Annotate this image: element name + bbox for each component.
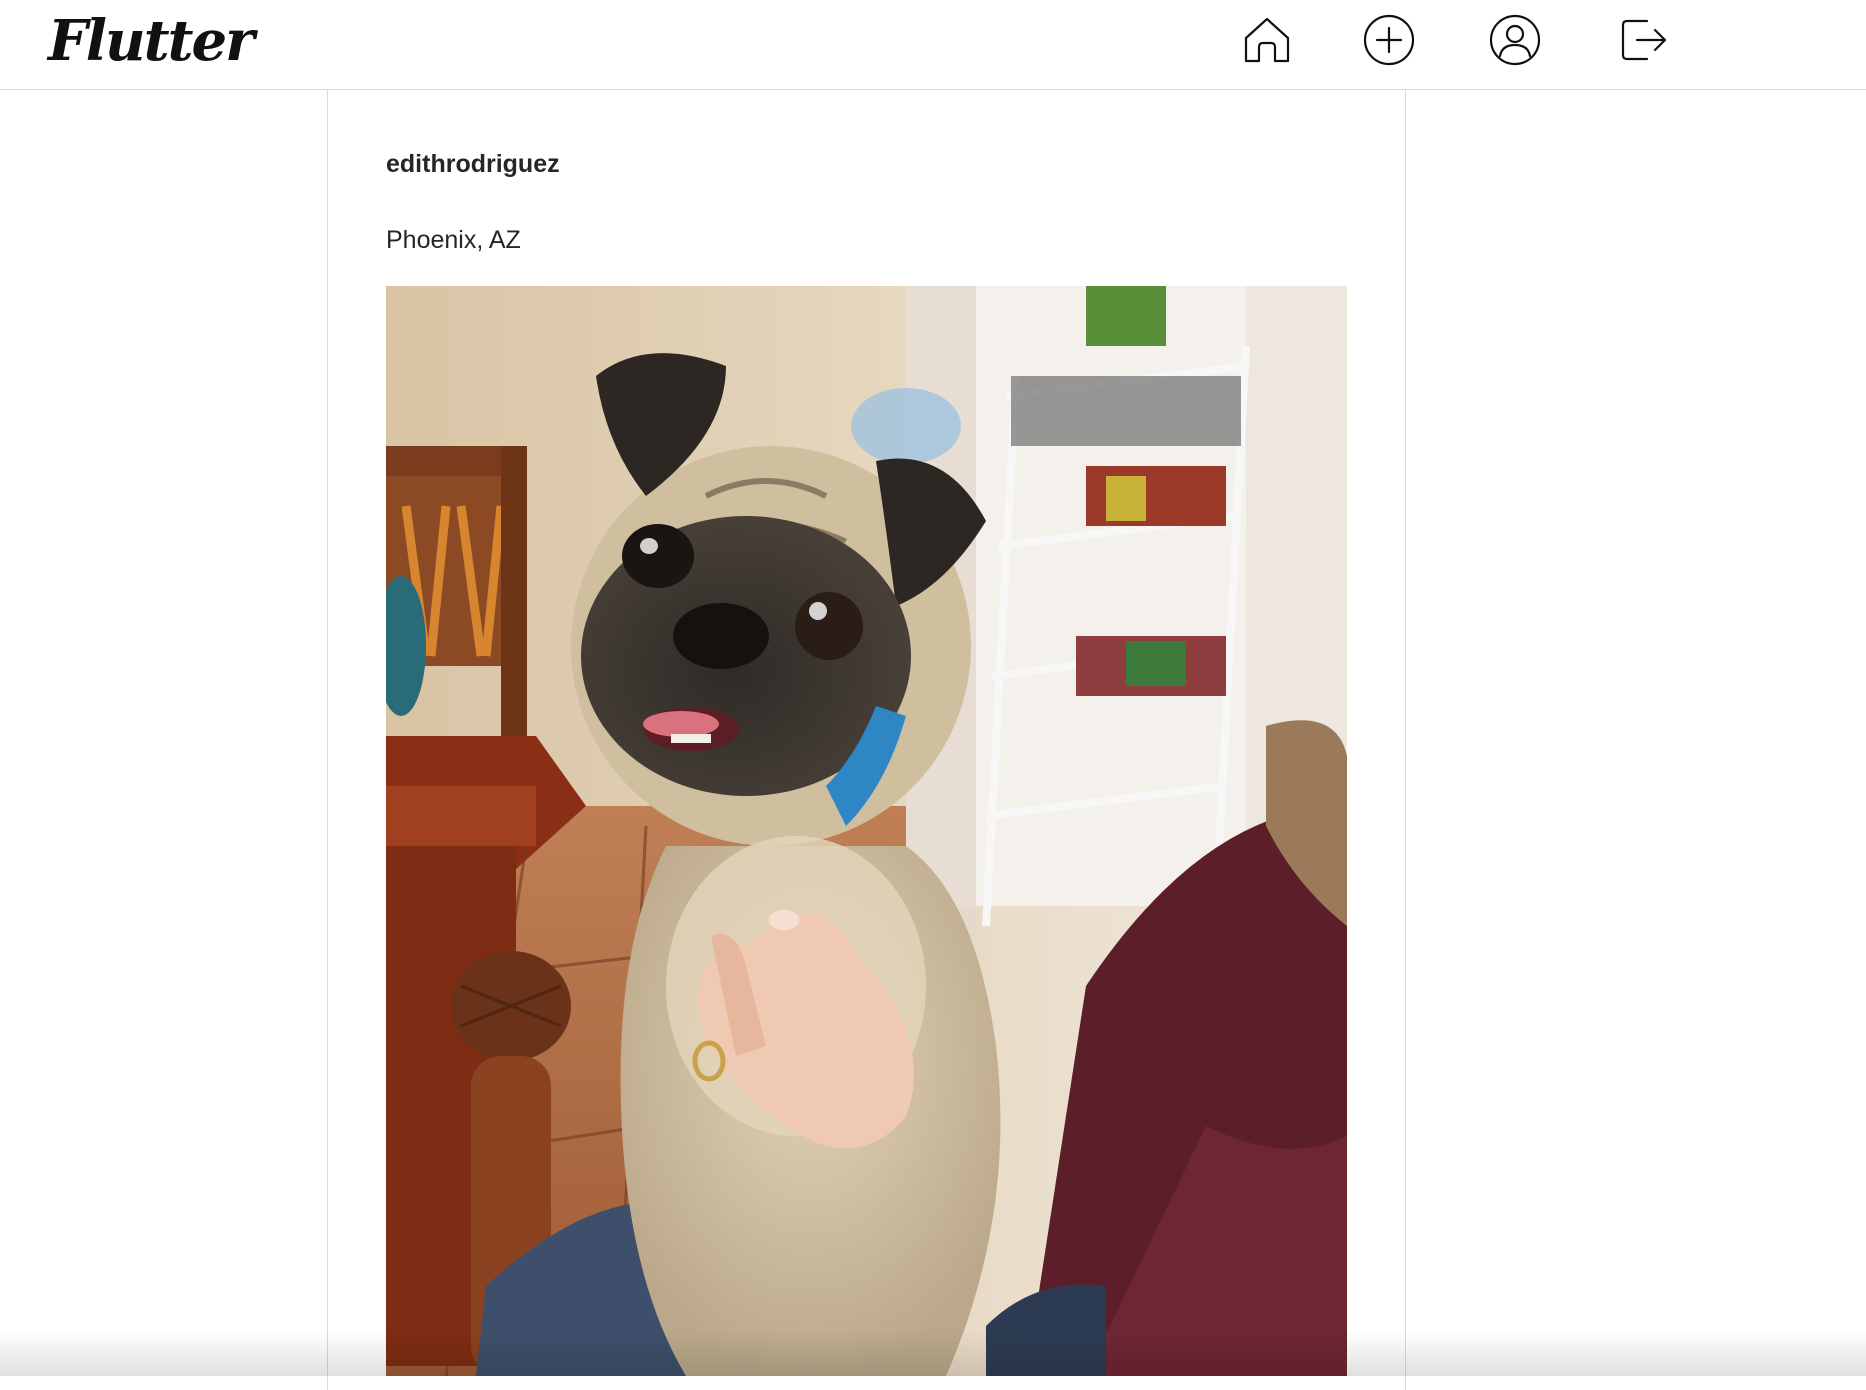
post-image[interactable] <box>386 286 1347 1376</box>
new-post-button[interactable] <box>1361 12 1417 68</box>
app-logo[interactable]: Flutter <box>48 6 255 76</box>
top-navigation-bar: Flutter <box>0 0 1866 90</box>
logout-button[interactable] <box>1616 12 1672 68</box>
home-button[interactable] <box>1239 12 1295 68</box>
home-icon <box>1244 17 1290 63</box>
post-username[interactable]: edithrodriguez <box>386 150 560 179</box>
post-location: Phoenix, AZ <box>386 226 521 254</box>
profile-button[interactable] <box>1487 12 1543 68</box>
pug-photo <box>386 286 1347 1376</box>
logout-icon <box>1621 19 1667 61</box>
plus-circle-icon <box>1363 14 1415 66</box>
post-card: edithrodriguez Phoenix, AZ <box>327 90 1406 1390</box>
user-circle-icon <box>1489 14 1541 66</box>
